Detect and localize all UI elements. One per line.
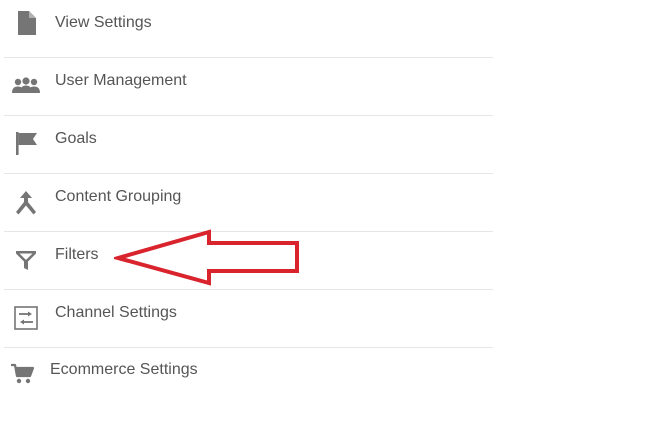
flag-icon xyxy=(12,129,40,157)
menu-item-view-settings[interactable]: View Settings xyxy=(4,0,493,58)
view-settings-menu: View Settings User Management Goals Cont… xyxy=(4,0,493,406)
menu-item-label: Ecommerce Settings xyxy=(50,361,198,378)
menu-item-label: Filters xyxy=(55,246,99,263)
admin-view-menu-page: View Settings User Management Goals Cont… xyxy=(0,0,650,433)
channel-settings-icon xyxy=(12,304,40,332)
merge-icon xyxy=(12,189,40,217)
menu-item-label: User Management xyxy=(55,72,187,89)
cart-icon xyxy=(9,360,37,388)
menu-item-label: Channel Settings xyxy=(55,304,177,321)
menu-item-goals[interactable]: Goals xyxy=(4,116,493,174)
menu-item-label: Goals xyxy=(55,130,97,147)
menu-item-label: View Settings xyxy=(55,14,152,31)
document-icon xyxy=(12,9,40,37)
users-icon xyxy=(12,72,40,100)
menu-item-ecommerce-settings[interactable]: Ecommerce Settings xyxy=(4,348,493,406)
filter-icon xyxy=(12,246,40,274)
menu-item-user-management[interactable]: User Management xyxy=(4,58,493,116)
menu-item-label: Content Grouping xyxy=(55,188,182,205)
annotation-arrow xyxy=(114,229,299,286)
menu-item-content-grouping[interactable]: Content Grouping xyxy=(4,174,493,232)
menu-item-channel-settings[interactable]: Channel Settings xyxy=(4,290,493,348)
